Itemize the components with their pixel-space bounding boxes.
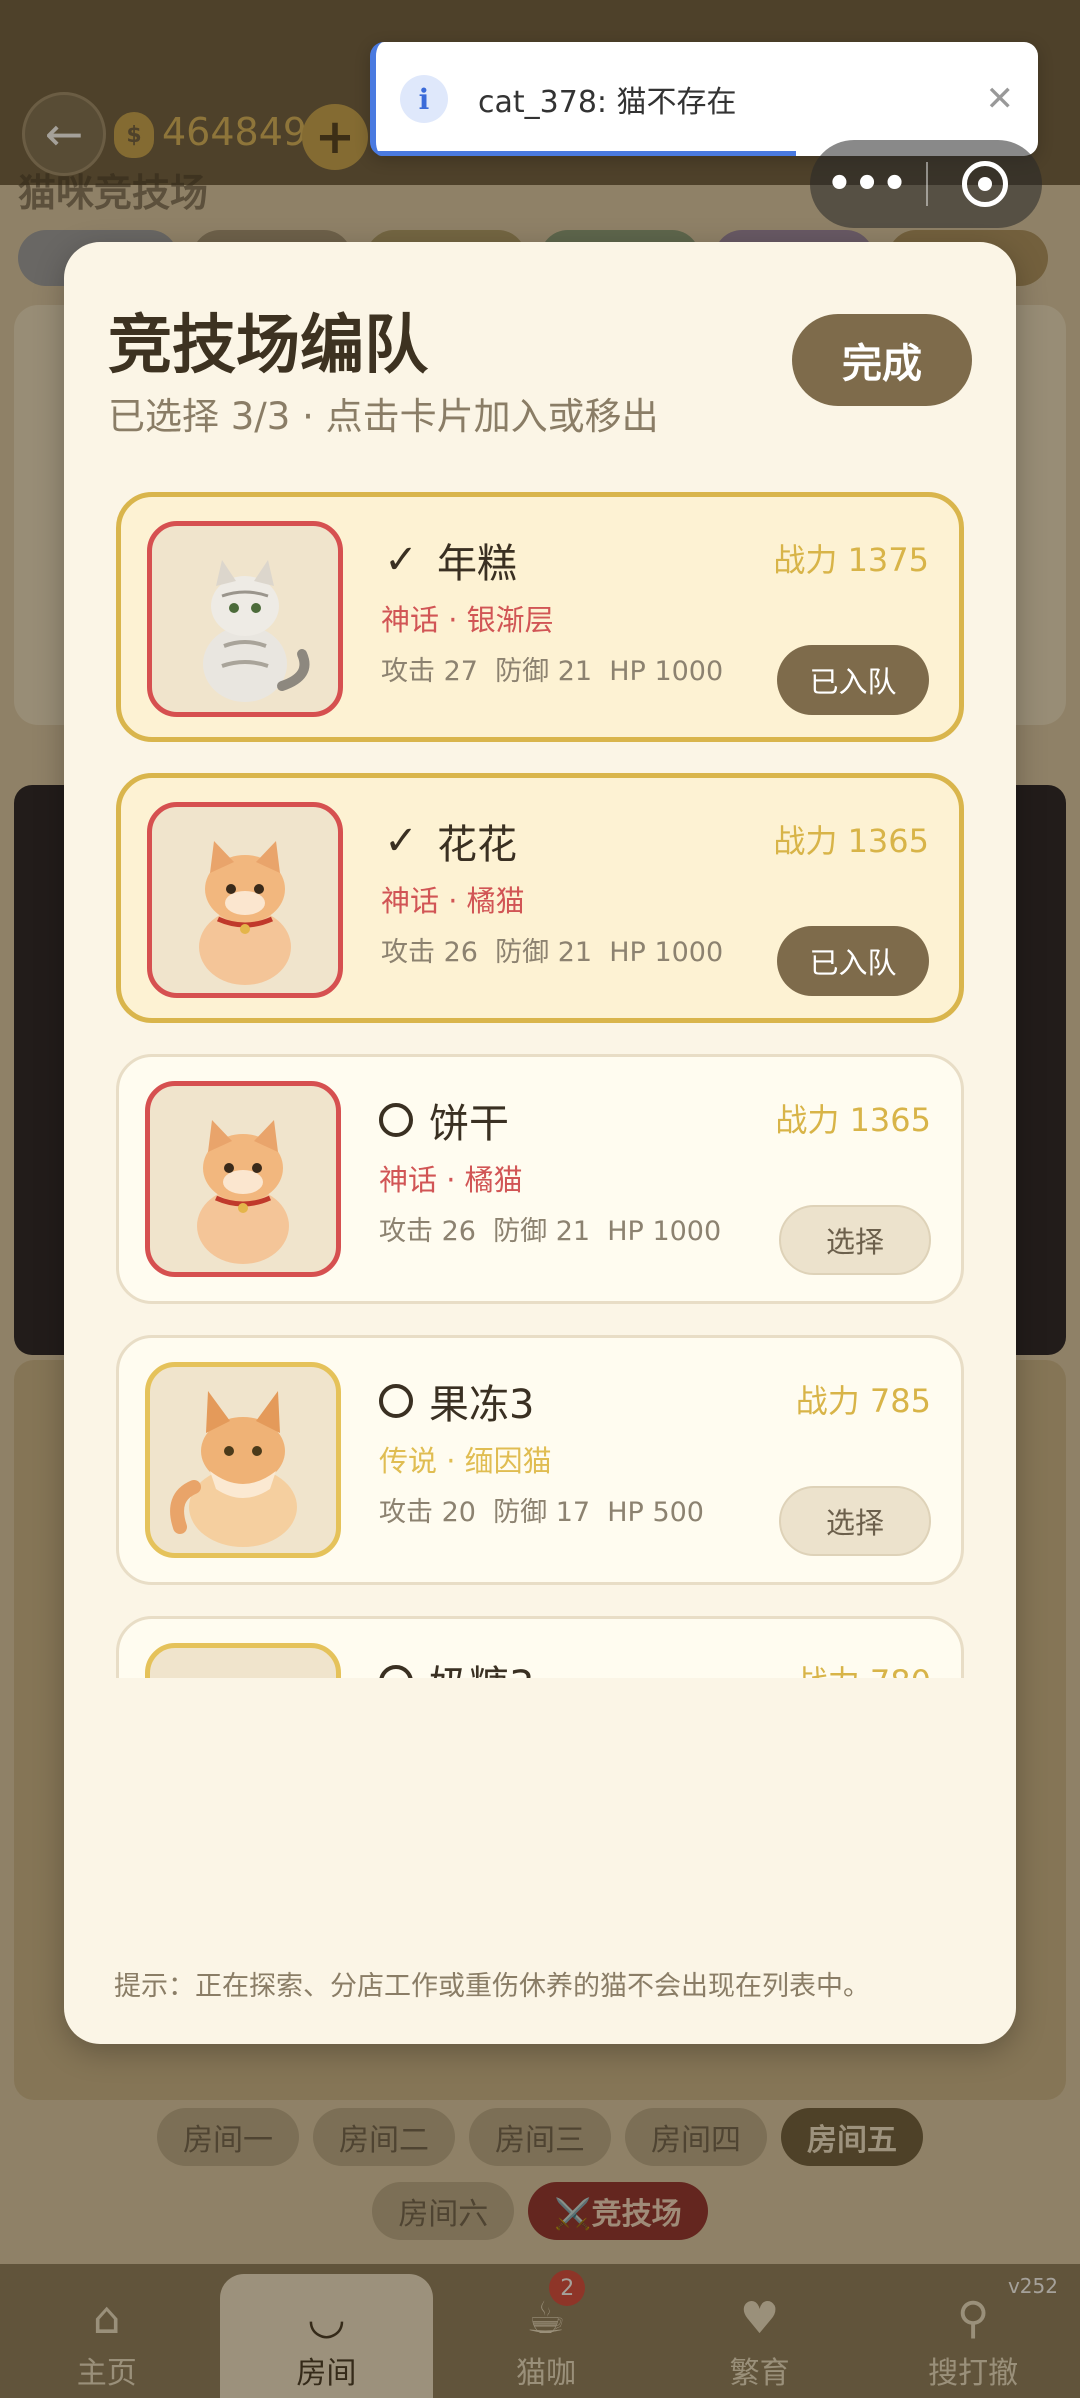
- miniprogram-capsule: •••: [810, 140, 1042, 228]
- arena-formation-dialog: 竞技场编队 已选择 3/3 · 点击卡片加入或移出 完成 ✓ 年糕 神话 · 银渐…: [64, 242, 1016, 2044]
- check-icon: ✓: [384, 818, 418, 864]
- orange-cat-icon: [197, 1120, 289, 1264]
- in-team-button[interactable]: 已入队: [777, 926, 929, 996]
- maine-coon-cat-icon: [170, 1391, 297, 1547]
- power-value: 战力 1375: [773, 541, 929, 579]
- black-cat-icon: [150, 1648, 336, 1678]
- cat-name: 饼干: [429, 1101, 509, 1147]
- cat-name: 年糕: [437, 541, 517, 587]
- cat-name: 果冻3: [429, 1382, 535, 1428]
- in-team-button[interactable]: 已入队: [777, 645, 929, 715]
- rarity: 神话: [381, 603, 440, 637]
- cat-stats: 攻击 26 防御 21 HP 1000: [379, 1216, 722, 1247]
- cat-card[interactable]: 饼干 神话 · 橘猫 攻击 26 防御 21 HP 1000 战力 1365 选…: [116, 1054, 964, 1304]
- cat-portrait: [145, 1643, 341, 1678]
- cat-card[interactable]: 果冻3 传说 · 缅因猫 攻击 20 防御 17 HP 500 战力 785 选…: [116, 1335, 964, 1585]
- list-hint: 提示：正在探索、分店工作或重伤休养的猫不会出现在列表中。: [114, 1971, 870, 2002]
- cat-portrait: [147, 521, 343, 717]
- silver-cat-icon: [203, 560, 310, 702]
- select-button[interactable]: 选择: [779, 1486, 931, 1556]
- circle-icon: [379, 1665, 413, 1678]
- error-toast: i cat_378: 猫不存在 ✕: [370, 42, 1038, 156]
- breed: 橘猫: [464, 1163, 523, 1197]
- check-icon: ✓: [384, 537, 418, 583]
- cat-card[interactable]: ✓ 年糕 神话 · 银渐层 攻击 27 防御 21 HP 1000 战力 1375…: [116, 492, 964, 742]
- toast-message: cat_378: 猫不存在: [478, 85, 737, 120]
- more-icon[interactable]: •••: [810, 161, 926, 207]
- cat-portrait: [145, 1081, 341, 1277]
- breed: 橘猫: [466, 884, 525, 918]
- toast-progress: [376, 151, 796, 156]
- rarity: 传说: [379, 1444, 438, 1478]
- cat-portrait: [147, 802, 343, 998]
- breed: 银渐层: [466, 603, 554, 637]
- cat-stats: 攻击 20 防御 17 HP 500: [379, 1497, 704, 1528]
- cat-portrait: [145, 1362, 341, 1558]
- power-value: 战力 785: [795, 1382, 931, 1420]
- exit-button[interactable]: [928, 161, 1042, 207]
- cat-name: 花花: [437, 822, 517, 868]
- cat-name: 奶糖3: [429, 1653, 534, 1678]
- circle-icon: [379, 1103, 413, 1137]
- breed: 缅因猫: [464, 1444, 552, 1478]
- done-button[interactable]: 完成: [792, 314, 972, 406]
- circle-icon: [379, 1384, 413, 1418]
- cat-list[interactable]: ✓ 年糕 神话 · 银渐层 攻击 27 防御 21 HP 1000 战力 1375…: [116, 492, 964, 1678]
- power-value: 战力 1365: [775, 1101, 931, 1139]
- dialog-title: 竞技场编队: [108, 309, 428, 383]
- selection-status: 已选择 3/3 · 点击卡片加入或移出: [108, 395, 659, 438]
- target-icon: [962, 161, 1008, 207]
- select-button[interactable]: 选择: [779, 1205, 931, 1275]
- cat-stats: 攻击 26 防御 21 HP 1000: [381, 937, 724, 968]
- rarity: 神话: [381, 884, 440, 918]
- cat-stats: 攻击 27 防御 21 HP 1000: [381, 656, 724, 687]
- power-value: 战力 1365: [773, 822, 929, 860]
- power-value: 战力 780: [796, 1657, 931, 1678]
- cat-card[interactable]: ✓ 花花 神话 · 橘猫 攻击 26 防御 21 HP 1000 战力 1365 …: [116, 773, 964, 1023]
- cat-card[interactable]: 奶糖3 传说 · 黑猫 攻击 21 防御 14 HP 500 战力 780 选择: [116, 1616, 964, 1678]
- info-icon: i: [400, 75, 448, 123]
- rarity: 神话: [379, 1163, 438, 1197]
- orange-cat-icon: [199, 841, 291, 985]
- close-icon[interactable]: ✕: [986, 79, 1015, 119]
